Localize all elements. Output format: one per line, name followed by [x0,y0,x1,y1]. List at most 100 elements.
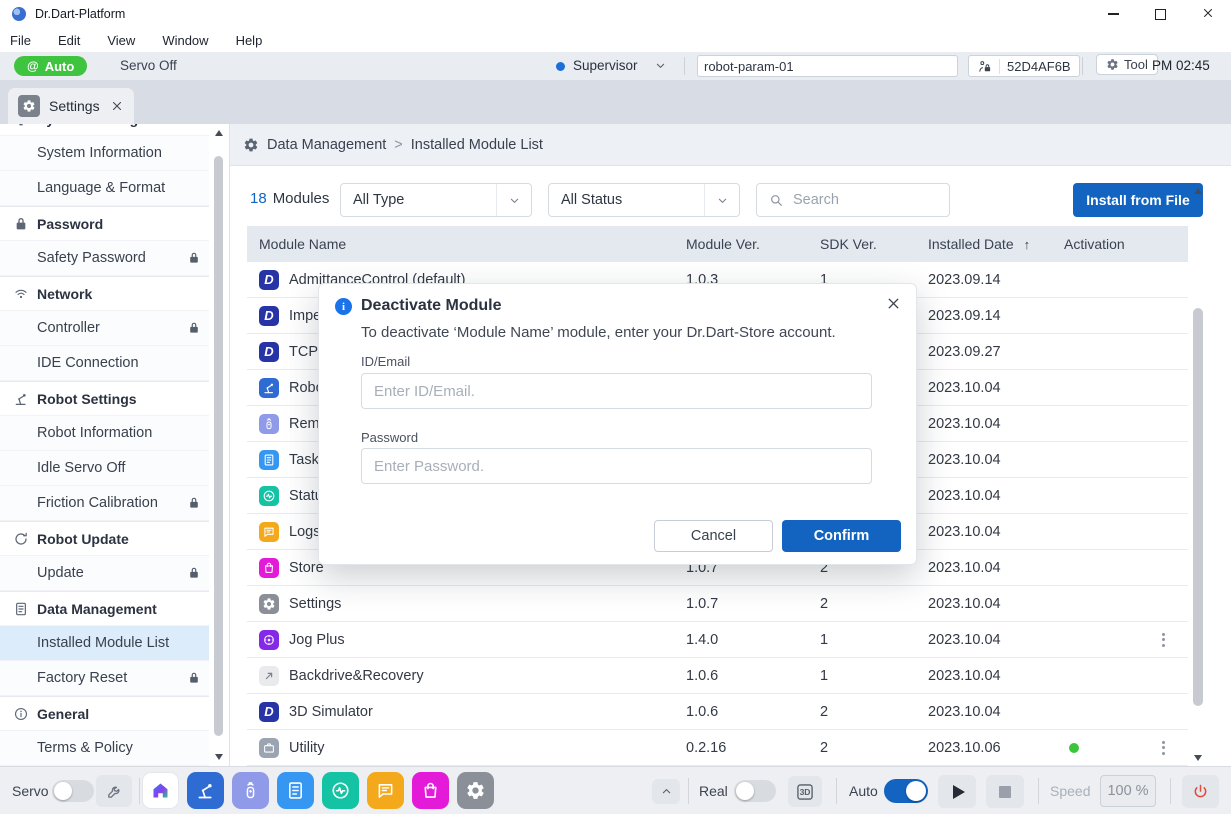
view-3d-button[interactable]: 3D [788,776,822,807]
sidebar-item-ide-connection[interactable]: IDE Connection [0,346,209,381]
play-button[interactable] [938,775,976,808]
sidebar-category-password[interactable]: Password [0,206,209,241]
table-row[interactable]: Jog Plus1.4.012023.10.04 [247,622,1188,658]
column-header-activation[interactable]: Activation [1052,236,1148,252]
column-header-installed-date[interactable]: Installed Date↑ [916,236,1052,252]
column-header-sdk-ver[interactable]: SDK Ver. [808,236,916,252]
role-dropdown[interactable] [653,58,668,76]
row-menu-button[interactable] [1162,741,1165,755]
speed-value-box[interactable]: 100 % [1100,775,1156,807]
install-from-file-button[interactable]: Install from File [1073,183,1203,217]
sidebar-item-update[interactable]: Update [0,556,209,591]
sidebar-category-network[interactable]: Network [0,276,209,311]
module-name-label: Backdrive&Recovery [289,668,424,684]
sidebar-item-idle-servo-off[interactable]: Idle Servo Off [0,451,209,486]
sidebar-item-label: Friction Calibration [37,495,158,511]
id-email-field[interactable] [361,373,872,409]
sidebar-item-label: System Settings [37,124,146,127]
title-bar: Dr.Dart-Platform [0,0,1231,28]
maximize-button[interactable] [1137,0,1184,28]
sidebar-category-system-settings[interactable]: System Settings [0,124,209,136]
menu-edit[interactable]: Edit [58,33,80,48]
scrollbar-thumb[interactable] [214,156,223,736]
sidebar-item-factory-reset[interactable]: Factory Reset [0,661,209,696]
dock-store-button[interactable] [412,772,449,809]
collapse-panel-button[interactable] [652,779,680,804]
sidebar-item-system-information[interactable]: System Information [0,136,209,171]
status-filter-select[interactable]: All Status [548,183,740,217]
sidebar-item-label: Factory Reset [37,670,127,686]
dock-task-button[interactable] [277,772,314,809]
dialog-message: To deactivate ‘Module Name’ module, ente… [361,324,836,341]
tool-button[interactable]: Tool [1096,54,1158,75]
table-row[interactable]: D3D Simulator1.0.622023.10.04 [247,694,1188,730]
dock-remote-button[interactable] [232,772,269,809]
dock-logs-button[interactable] [367,772,404,809]
sidebar-category-robot-update[interactable]: Robot Update [0,521,209,556]
table-row[interactable]: Utility0.2.1622023.10.06 [247,730,1188,766]
menu-view[interactable]: View [107,33,135,48]
table-scrollbar[interactable] [1192,188,1205,761]
servo-toggle[interactable] [52,780,94,802]
confirm-button[interactable]: Confirm [782,520,901,552]
dock-settings-button[interactable] [457,772,494,809]
sdk-version-cell: 2 [808,596,916,612]
sidebar-item-safety-password[interactable]: Safety Password [0,241,209,276]
sidebar-category-robot-settings[interactable]: Robot Settings [0,381,209,416]
menu-window[interactable]: Window [162,33,208,48]
close-button[interactable] [1184,0,1231,28]
installed-date-cell: 2023.09.14 [916,272,1052,288]
sidebar-scrollbar[interactable] [212,124,226,766]
menu-help[interactable]: Help [236,33,263,48]
robot-param-input[interactable] [697,55,958,77]
cancel-button[interactable]: Cancel [654,520,773,552]
menu-file[interactable]: File [10,33,31,48]
sidebar-item-terms-policy[interactable]: Terms & Policy [0,731,209,766]
scrollbar-thumb[interactable] [1193,308,1203,706]
minimize-button[interactable] [1090,0,1137,28]
dock-status-button[interactable] [322,772,359,809]
column-header-module-name[interactable]: Module Name [247,236,674,252]
auto-toggle[interactable] [884,779,928,803]
sidebar-item-controller[interactable]: Controller [0,311,209,346]
scroll-up-icon[interactable] [215,130,223,136]
mode-badge[interactable]: @ Auto [14,56,87,76]
sidebar-item-language-format[interactable]: Language & Format [0,171,209,206]
robot-icon [259,378,279,398]
dock-robot-button[interactable] [187,772,224,809]
table-row[interactable]: Settings1.0.722023.10.04 [247,586,1188,622]
dart-letter: D [264,309,273,322]
column-header-module-ver[interactable]: Module Ver. [674,236,808,252]
tab-close-icon[interactable] [110,99,124,113]
scroll-down-icon[interactable] [1194,755,1202,761]
dialog-close-icon[interactable] [885,295,902,312]
tab-settings[interactable]: Settings [8,88,134,124]
row-menu-button[interactable] [1162,633,1165,647]
sidebar-category-data-management[interactable]: Data Management [0,591,209,626]
real-toggle[interactable] [734,780,776,802]
serial-badge[interactable]: 52D4AF6B [968,55,1080,77]
table-row[interactable]: Backdrive&Recovery1.0.612023.10.04 [247,658,1188,694]
dock-home-button[interactable] [142,772,179,809]
dart-d-icon: D [259,270,279,290]
breadcrumb-parent[interactable]: Data Management [267,137,386,153]
power-button[interactable] [1182,775,1219,808]
sidebar-item-label: General [37,706,89,722]
dart-d-icon: D [259,306,279,326]
mode-icon: @ [27,59,39,73]
window-controls [1090,0,1231,28]
chevron-up-icon [659,784,674,799]
scroll-down-icon[interactable] [215,754,223,760]
sidebar-item-robot-information[interactable]: Robot Information [0,416,209,451]
sidebar-item-installed-module-list[interactable]: Installed Module List [0,626,209,661]
scroll-up-icon[interactable] [1194,188,1202,194]
robot-lock-icon [977,59,1000,74]
sidebar-category-general[interactable]: General [0,696,209,731]
jog-wrench-button[interactable] [96,775,132,807]
sidebar-item-label: Network [37,286,92,302]
search-input[interactable] [791,191,949,209]
stop-button[interactable] [986,775,1024,808]
password-field[interactable] [361,448,872,484]
type-filter-select[interactable]: All Type [340,183,532,217]
sidebar-item-friction-calibration[interactable]: Friction Calibration [0,486,209,521]
